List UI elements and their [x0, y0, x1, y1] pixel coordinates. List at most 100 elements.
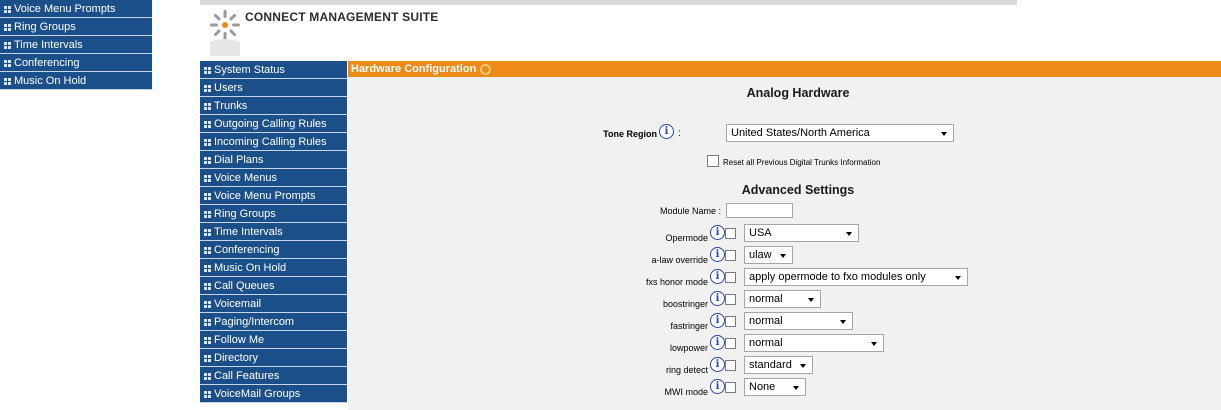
grid-icon [204, 246, 211, 254]
grid-icon [204, 84, 211, 92]
chevron-down-icon [780, 254, 786, 258]
fastringer-checkbox[interactable] [725, 316, 736, 327]
sidebar-item-voicemail-groups[interactable]: VoiceMail Groups [200, 385, 347, 403]
grid-icon [204, 228, 211, 236]
alaw-override-value: ulaw [749, 249, 772, 261]
module-name-input[interactable] [726, 203, 793, 218]
sidebar-item-incoming-calling-rules[interactable]: Incoming Calling Rules [200, 133, 347, 151]
background-window-nav: Voice Menu Prompts Ring Groups Time Inte… [0, 0, 152, 90]
sidebar-item-system-status[interactable]: System Status [200, 61, 347, 79]
grid-icon [204, 300, 211, 308]
chevron-down-icon [941, 132, 947, 136]
chevron-down-icon [800, 364, 806, 368]
tone-region-select[interactable]: United States/North America [726, 124, 954, 142]
info-icon[interactable]: i [710, 335, 725, 350]
sidebar-item-outgoing-calling-rules[interactable]: Outgoing Calling Rules [200, 115, 347, 133]
fastringer-value: normal [749, 315, 783, 327]
analog-hardware-heading: Analog Hardware [746, 86, 850, 100]
header-band [200, 0, 1017, 5]
ghost-nav-item[interactable]: Conferencing [0, 54, 152, 72]
header: CONNECT MANAGEMENT SUITE [200, 0, 1017, 61]
grid-icon [204, 390, 211, 398]
grid-icon [204, 354, 211, 362]
grid-icon [204, 174, 211, 182]
boostringer-checkbox[interactable] [725, 294, 736, 305]
grid-icon [204, 66, 211, 74]
opermode-select[interactable]: USA [744, 224, 859, 242]
sidebar-item-voice-menu-prompts[interactable]: Voice Menu Prompts [200, 187, 347, 205]
info-icon[interactable]: i [710, 269, 725, 284]
tone-region-value: United States/North America [731, 127, 870, 139]
ring-detect-select[interactable]: standard [744, 356, 813, 374]
sidebar-item-users[interactable]: Users [200, 79, 347, 97]
mwi-mode-checkbox[interactable] [725, 382, 736, 393]
grid-icon [4, 77, 11, 85]
sidebar-item-trunks[interactable]: Trunks [200, 97, 347, 115]
sidebar-item-call-features[interactable]: Call Features [200, 367, 347, 385]
info-icon[interactable]: i [710, 225, 725, 240]
fastringer-label: fastringer [670, 321, 708, 331]
grid-icon [204, 192, 211, 200]
boostringer-select[interactable]: normal [744, 290, 821, 308]
grid-icon [4, 59, 11, 67]
fxs-honor-mode-checkbox[interactable] [725, 272, 736, 283]
grid-icon [4, 5, 11, 13]
section-title-bar: Hardware Configuration [348, 61, 1221, 77]
grid-icon [204, 372, 211, 380]
chevron-down-icon [846, 232, 852, 236]
tone-region-label: Tone Region [603, 129, 657, 139]
chevron-down-icon [808, 298, 814, 302]
reset-digital-trunks-label: Reset all Previous Digital Trunks Inform… [723, 158, 881, 167]
sidebar-item-conferencing[interactable]: Conferencing [200, 241, 347, 259]
grid-icon [204, 210, 211, 218]
sidebar-item-ring-groups[interactable]: Ring Groups [200, 205, 347, 223]
sidebar-item-voice-menus[interactable]: Voice Menus [200, 169, 347, 187]
chevron-down-icon [955, 276, 961, 280]
refresh-icon[interactable] [480, 63, 492, 75]
lowpower-checkbox[interactable] [725, 338, 736, 349]
info-icon[interactable]: i [710, 291, 725, 306]
fxs-honor-mode-value: apply opermode to fxo modules only [749, 271, 926, 283]
reset-digital-trunks-checkbox[interactable] [707, 155, 719, 167]
colon: : [678, 128, 681, 139]
grid-icon [204, 120, 211, 128]
alaw-override-checkbox[interactable] [725, 250, 736, 261]
sidebar-item-follow-me[interactable]: Follow Me [200, 331, 347, 349]
chevron-down-icon [793, 386, 799, 390]
fxs-honor-mode-select[interactable]: apply opermode to fxo modules only [744, 268, 968, 286]
app-title: CONNECT MANAGEMENT SUITE [245, 10, 439, 24]
sidebar-item-paging-intercom[interactable]: Paging/Intercom [200, 313, 347, 331]
sidebar-item-music-on-hold[interactable]: Music On Hold [200, 259, 347, 277]
sidebar: System Status Users Trunks Outgoing Call… [200, 61, 347, 403]
info-icon[interactable]: i [710, 247, 725, 262]
info-icon[interactable]: i [659, 124, 674, 139]
ring-detect-value: standard [749, 359, 792, 371]
grid-icon [204, 264, 211, 272]
grid-icon [4, 41, 11, 49]
ghost-nav-item[interactable]: Voice Menu Prompts [0, 0, 152, 18]
ghost-nav-item[interactable]: Ring Groups [0, 18, 152, 36]
ghost-nav-item[interactable]: Music On Hold [0, 72, 152, 90]
ring-detect-label: ring detect [665, 365, 708, 375]
section-title: Hardware Configuration [351, 63, 477, 75]
lowpower-select[interactable]: normal [744, 334, 884, 352]
logo-icon [210, 10, 240, 56]
alaw-override-select[interactable]: ulaw [744, 246, 793, 264]
ghost-nav-item[interactable]: Time Intervals [0, 36, 152, 54]
info-icon[interactable]: i [710, 313, 725, 328]
sidebar-item-directory[interactable]: Directory [200, 349, 347, 367]
grid-icon [204, 336, 211, 344]
fastringer-select[interactable]: normal [744, 312, 853, 330]
sidebar-item-voicemail[interactable]: Voicemail [200, 295, 347, 313]
mwi-mode-select[interactable]: None [744, 378, 806, 396]
sidebar-item-time-intervals[interactable]: Time Intervals [200, 223, 347, 241]
ring-detect-checkbox[interactable] [725, 360, 736, 371]
fxs-honor-mode-label: fxs honor mode [645, 277, 708, 287]
mwi-mode-value: None [749, 381, 776, 393]
opermode-checkbox[interactable] [725, 228, 736, 239]
sidebar-item-call-queues[interactable]: Call Queues [200, 277, 347, 295]
lowpower-label: lowpower [669, 343, 708, 353]
sidebar-item-dial-plans[interactable]: Dial Plans [200, 151, 347, 169]
info-icon[interactable]: i [710, 379, 725, 394]
info-icon[interactable]: i [710, 357, 725, 372]
